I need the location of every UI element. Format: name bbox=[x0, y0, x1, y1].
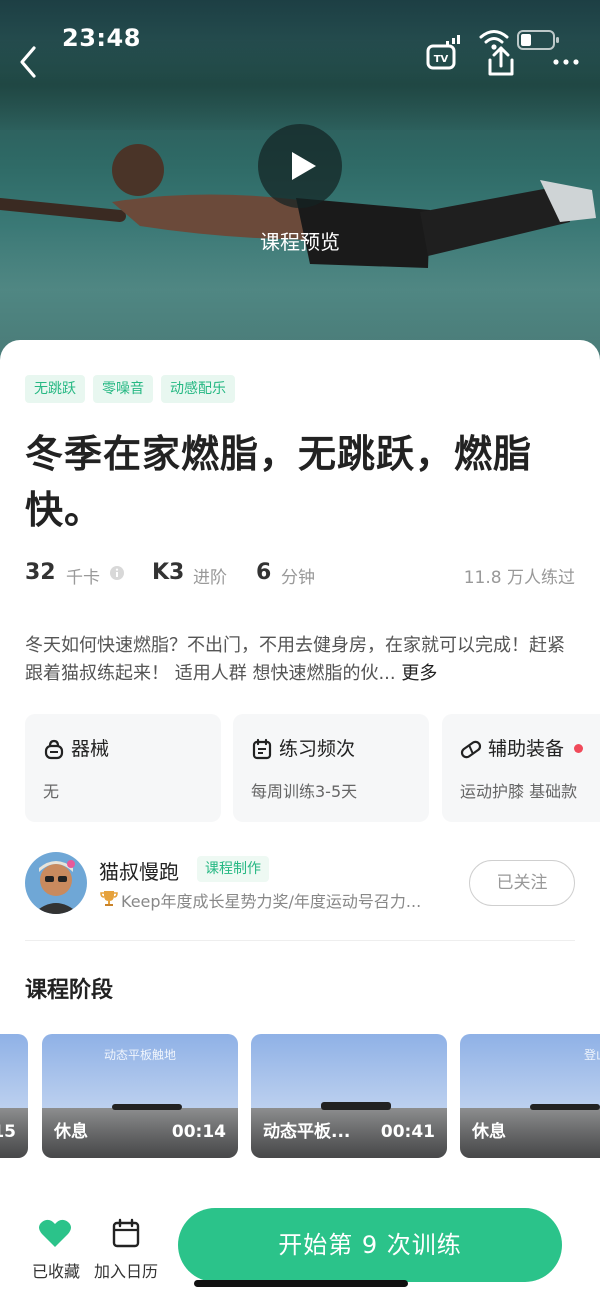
stage-caption: 登山俯卧撑 bbox=[583, 1048, 600, 1062]
share-button[interactable] bbox=[484, 44, 518, 78]
level-unit: 进阶 bbox=[193, 568, 227, 588]
stage-name: 动态平板... bbox=[263, 1122, 351, 1142]
frequency-title: 练习频次 bbox=[279, 738, 356, 760]
course-stats: 32 千卡 K3 进阶 6 分钟 11.8 万人练过 bbox=[25, 560, 575, 590]
stage-duration: 00:14 bbox=[171, 1122, 226, 1142]
author-name[interactable]: 猫叔慢跑 bbox=[99, 856, 179, 885]
stage-duration: 15 bbox=[0, 1122, 16, 1142]
equipment-title: 器械 bbox=[71, 738, 110, 760]
status-time: 23:48 bbox=[62, 24, 141, 52]
pill-icon bbox=[460, 740, 482, 759]
svg-text:TV: TV bbox=[434, 54, 449, 65]
stage-card[interactable]: 动态平板... 00:41 bbox=[251, 1034, 447, 1158]
accessory-title: 辅助装备 bbox=[488, 738, 565, 760]
start-training-button[interactable]: 开始第 9 次训练 bbox=[178, 1208, 562, 1282]
trained-count: 11.8 万人练过 bbox=[463, 568, 575, 588]
stage-card[interactable]: 登山俯卧撑 休息 bbox=[460, 1034, 600, 1158]
preview-label: 课程预览 bbox=[260, 230, 340, 254]
course-preview-video[interactable]: 23:48 TV 课程预览 bbox=[0, 0, 600, 372]
play-icon bbox=[292, 152, 316, 180]
calories-unit: 千卡 bbox=[66, 568, 100, 588]
heart-icon bbox=[39, 1219, 71, 1247]
tag-zero-noise: 零噪音 bbox=[93, 375, 153, 403]
accessory-value: 运动护膝 基础款 bbox=[460, 782, 578, 801]
course-detail-card: 无跳跃 零噪音 动感配乐 冬季在家燃脂，无跳跃，燃脂快。 32 千卡 K3 进阶… bbox=[0, 340, 600, 1299]
stage-card[interactable]: 动态平板触地 休息 00:14 bbox=[42, 1034, 238, 1158]
calories-value: 32 bbox=[25, 560, 56, 585]
stage-thumbnail-sky bbox=[0, 1034, 28, 1109]
new-dot bbox=[574, 744, 583, 753]
home-indicator bbox=[194, 1280, 408, 1287]
author-description: Keep年度成长星势力奖/年度运动号召力... bbox=[121, 892, 422, 911]
author-row[interactable]: 猫叔慢跑 课程制作 Keep年度成长星势力奖/年度运动号召力... 已关注 bbox=[25, 852, 575, 914]
calendar-icon bbox=[252, 738, 272, 760]
info-card-row: 器械 无 练习频次 每周训练3-5天 辅助装备 运动护膝 基础款 bbox=[25, 714, 600, 822]
info-icon[interactable] bbox=[109, 565, 125, 581]
avatar[interactable] bbox=[25, 852, 87, 914]
description-text: 冬天如何快速燃脂？不出门，不用去健身房，在家就可以完成！赶紧跟着猫叔练起来！ 适… bbox=[25, 635, 565, 684]
tag-list: 无跳跃 零噪音 动感配乐 bbox=[25, 375, 235, 403]
more-options-button[interactable] bbox=[548, 50, 584, 74]
favorite-label: 已收藏 bbox=[31, 1262, 80, 1281]
frequency-value: 每周训练3-5天 bbox=[251, 782, 358, 801]
calendar-icon bbox=[112, 1218, 140, 1248]
calendar-label: 加入日历 bbox=[93, 1262, 158, 1281]
stage-card[interactable]: 15 bbox=[0, 1034, 28, 1158]
battery-icon bbox=[517, 30, 559, 50]
equipment-value: 无 bbox=[43, 782, 60, 801]
stage-name: 休息 bbox=[54, 1122, 88, 1142]
author-badge: 课程制作 bbox=[197, 856, 269, 882]
avatar-image bbox=[25, 852, 87, 914]
stages-section-title: 课程阶段 bbox=[25, 978, 114, 1003]
add-to-calendar-button[interactable]: 加入日历 bbox=[90, 1218, 162, 1281]
kettlebell-icon bbox=[44, 739, 64, 760]
course-title: 冬季在家燃脂，无跳跃，燃脂快。 bbox=[25, 432, 533, 532]
tag-no-jumping: 无跳跃 bbox=[25, 375, 85, 403]
more-link[interactable]: 更多 bbox=[401, 663, 437, 684]
accessory-card[interactable]: 辅助装备 运动护膝 基础款 bbox=[442, 714, 600, 822]
play-button[interactable] bbox=[258, 124, 342, 208]
follow-button[interactable]: 已关注 bbox=[469, 860, 575, 906]
trophy-icon bbox=[100, 891, 118, 906]
favorite-button[interactable]: 已收藏 bbox=[26, 1218, 86, 1281]
stage-name: 休息 bbox=[472, 1122, 506, 1142]
back-button[interactable] bbox=[12, 42, 46, 82]
stage-caption: 动态平板触地 bbox=[103, 1048, 176, 1062]
stage-duration: 00:41 bbox=[380, 1122, 435, 1142]
divider bbox=[25, 940, 575, 941]
tv-cast-button[interactable]: TV bbox=[424, 32, 464, 74]
duration-unit: 分钟 bbox=[281, 568, 315, 588]
level-value: K3 bbox=[152, 560, 185, 585]
equipment-card[interactable]: 器械 无 bbox=[25, 714, 221, 822]
tag-dynamic-music: 动感配乐 bbox=[161, 375, 235, 403]
frequency-card[interactable]: 练习频次 每周训练3-5天 bbox=[233, 714, 429, 822]
stage-list: 15 动态平板触地 休息 00:14 动态平板... 00:41 登山俯卧撑 休… bbox=[0, 1034, 600, 1158]
duration-value: 6 bbox=[256, 560, 272, 585]
course-description: 冬天如何快速燃脂？不出门，不用去健身房，在家就可以完成！赶紧跟着猫叔练起来！ 适… bbox=[25, 632, 575, 688]
